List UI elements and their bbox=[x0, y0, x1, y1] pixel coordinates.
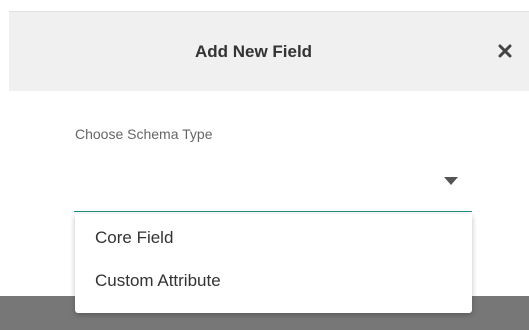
caret-down-icon bbox=[444, 177, 458, 185]
modal-title: Add New Field bbox=[194, 42, 313, 61]
schema-type-dropdown-menu: Core Field Custom Attribute bbox=[75, 214, 472, 313]
modal-header: Add New Field bbox=[9, 11, 529, 91]
schema-type-label: Choose Schema Type bbox=[75, 126, 213, 142]
close-icon bbox=[498, 44, 512, 58]
schema-type-select[interactable] bbox=[74, 162, 472, 212]
option-core-field[interactable]: Core Field bbox=[75, 220, 472, 263]
option-custom-attribute[interactable]: Custom Attribute bbox=[75, 263, 472, 306]
close-button[interactable] bbox=[495, 41, 515, 61]
viewport: Add New Field Choose Schema Type Core Fi… bbox=[0, 0, 529, 330]
